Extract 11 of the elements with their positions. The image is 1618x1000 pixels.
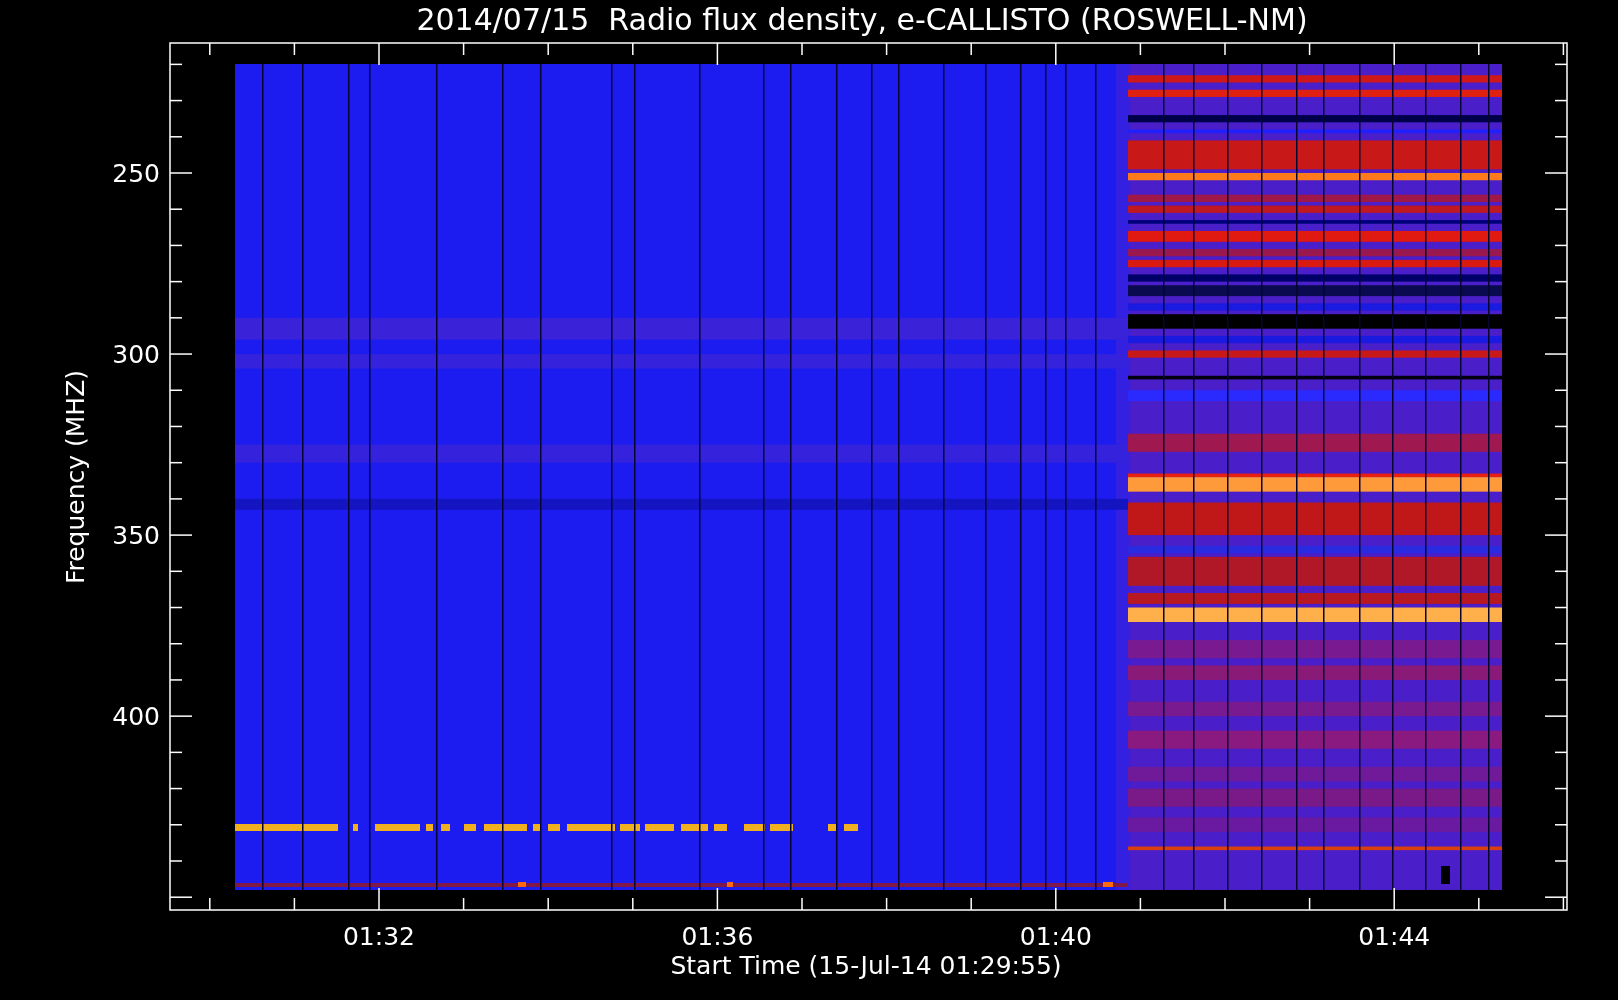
x-tick-label: 01:40 bbox=[1019, 922, 1092, 951]
x-tick-label: 01:32 bbox=[343, 922, 415, 951]
y-tick-label: 350 bbox=[112, 521, 160, 551]
x-tick-label: 01:36 bbox=[681, 922, 754, 951]
y-axis-label: Frequency (MHZ) bbox=[61, 369, 90, 585]
x-axis-label: Start Time (15-Jul-14 01:29:55) bbox=[670, 951, 1062, 980]
y-tick-label: 400 bbox=[112, 702, 160, 732]
y-tick-label: 250 bbox=[112, 159, 160, 188]
x-tick-label: 01:44 bbox=[1358, 922, 1431, 951]
y-tick-label: 300 bbox=[112, 340, 160, 370]
chart-title: 2014/07/15 Radio flux density, e-CALLISTO (ROSWELL-NM) bbox=[416, 2, 1308, 37]
